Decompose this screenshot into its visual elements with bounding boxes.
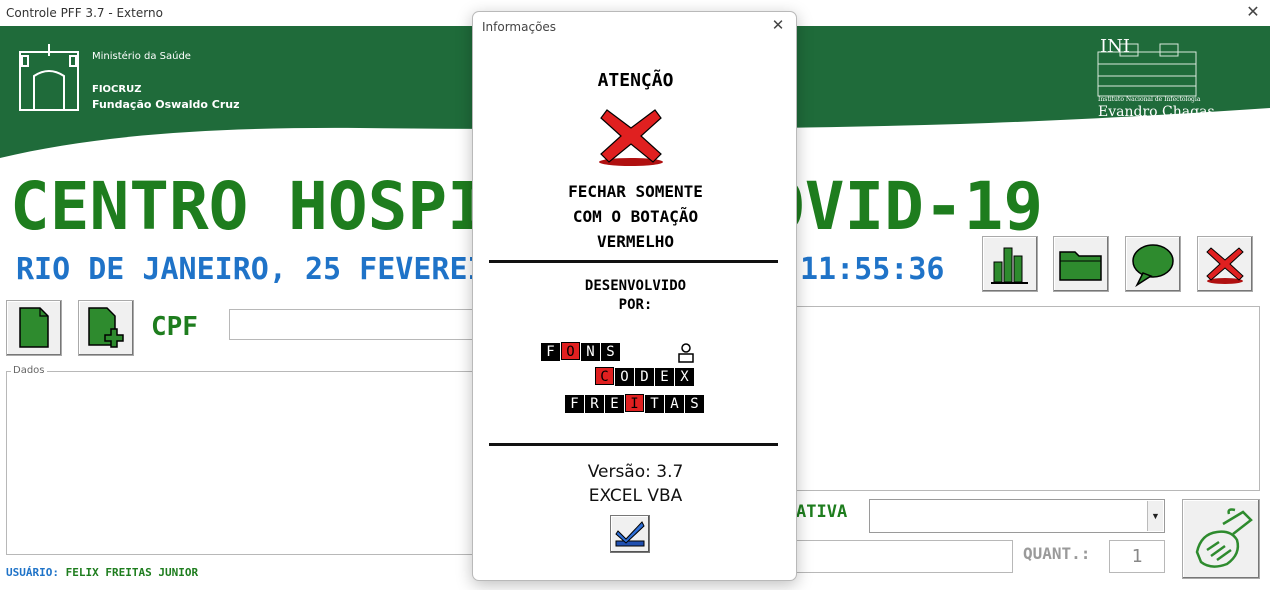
logo-tile: R (585, 395, 604, 413)
chat-icon (1132, 244, 1174, 287)
clock: 11:55:36 (800, 252, 945, 287)
logo-tile: I (625, 394, 644, 412)
user-name: FELIX FREITAS JUNIOR (65, 566, 199, 579)
chart-icon (991, 247, 1028, 284)
cpf-label: CPF (151, 312, 198, 342)
divider (489, 443, 778, 446)
add-document-button[interactable] (78, 300, 134, 356)
exit-button[interactable] (1197, 236, 1253, 292)
chat-button[interactable] (1125, 236, 1181, 292)
user-key: USUÁRIO: (6, 566, 59, 579)
folder-icon (1059, 251, 1102, 281)
logo-tile: X (675, 368, 694, 386)
logo-row-freitas: FREITAS (565, 394, 705, 413)
info-dialog: Informações ✕ ATENÇÃO FECHAR SOMENTE COM… (472, 11, 797, 581)
ativa-label: ATIVA (796, 502, 848, 522)
logo-tile: E (605, 395, 624, 413)
item-input[interactable] (796, 540, 1013, 573)
quant-label: QUANT.: (1023, 544, 1091, 563)
logo-tile: F (565, 395, 584, 413)
hand-glove-button[interactable] (1182, 499, 1260, 579)
document-icon (19, 307, 49, 348)
version-label: Versão: 3.7 (587, 462, 684, 482)
cpf-input[interactable] (229, 309, 475, 340)
chevron-down-icon[interactable]: ▼ (1147, 501, 1163, 531)
developer-avatar-icon (678, 343, 694, 363)
developed-line: POR: (618, 297, 653, 313)
app-window: Controle PFF 3.7 - Externo ✕ Ministério … (0, 0, 1270, 590)
attention-heading: ATENÇÃO (597, 70, 674, 91)
quant-input[interactable]: 1 (1109, 540, 1165, 573)
logo-row-codex: CODEX (595, 367, 695, 386)
message-line: FECHAR SOMENTE (568, 182, 703, 201)
platform-label: EXCEL VBA (588, 486, 683, 506)
ini-full-name: Instituto Nacional de Infectologia (1098, 96, 1201, 103)
folder-button[interactable] (1053, 236, 1109, 292)
logo-tile: S (601, 343, 620, 361)
ini-name: Evandro Chagas (1098, 104, 1215, 120)
logo-tile: A (665, 395, 684, 413)
logo-tile: C (595, 367, 614, 385)
ministry-label: Ministério da Saúde (92, 51, 191, 62)
chart-button[interactable] (982, 236, 1038, 292)
hand-glove-icon (1195, 508, 1253, 568)
logo-tile: F (541, 343, 560, 361)
logo-tile: E (655, 368, 674, 386)
logo-tile: O (561, 342, 580, 360)
new-document-button[interactable] (6, 300, 62, 356)
checkmark-icon (615, 521, 645, 547)
dialog-message: FECHAR SOMENTE COM O BOTAÇÃO VERMELHO (473, 179, 798, 254)
close-red-icon (1206, 247, 1244, 284)
developed-by: DESENVOLVIDO POR: (473, 277, 798, 315)
status-user: USUÁRIO: FELIX FREITAS JUNIOR (6, 566, 198, 579)
dados-label: Dados (11, 365, 47, 376)
ok-button[interactable] (610, 515, 650, 553)
version-info: Versão: 3.7 EXCEL VBA (473, 460, 798, 508)
ativa-select[interactable]: ▼ (869, 499, 1165, 533)
logo-tile: O (615, 368, 634, 386)
ini-abbr: INI (1100, 36, 1130, 57)
logo-tile: N (581, 343, 600, 361)
logo-tile: T (645, 395, 664, 413)
warning-x-icon (599, 109, 663, 166)
message-line: VERMELHO (596, 232, 675, 251)
fundacao-label: Fundação Oswaldo Cruz (92, 98, 240, 111)
developed-line: DESENVOLVIDO (584, 278, 687, 294)
dados-frame (6, 371, 473, 555)
dialog-title: Informações (482, 20, 557, 34)
logo-row-fons: FONS (541, 342, 621, 361)
message-line: COM O BOTAÇÃO (572, 207, 699, 226)
dialog-close-button[interactable]: ✕ (768, 16, 788, 36)
divider (489, 260, 778, 263)
window-title: Controle PFF 3.7 - Externo (6, 6, 163, 20)
window-close-button[interactable]: ✕ (1242, 2, 1264, 24)
document-add-icon (88, 307, 124, 348)
info-panel (796, 306, 1260, 491)
fiocruz-label: FIOCRUZ (92, 84, 142, 95)
logo-tile: D (635, 368, 654, 386)
logo-tile: S (685, 395, 704, 413)
